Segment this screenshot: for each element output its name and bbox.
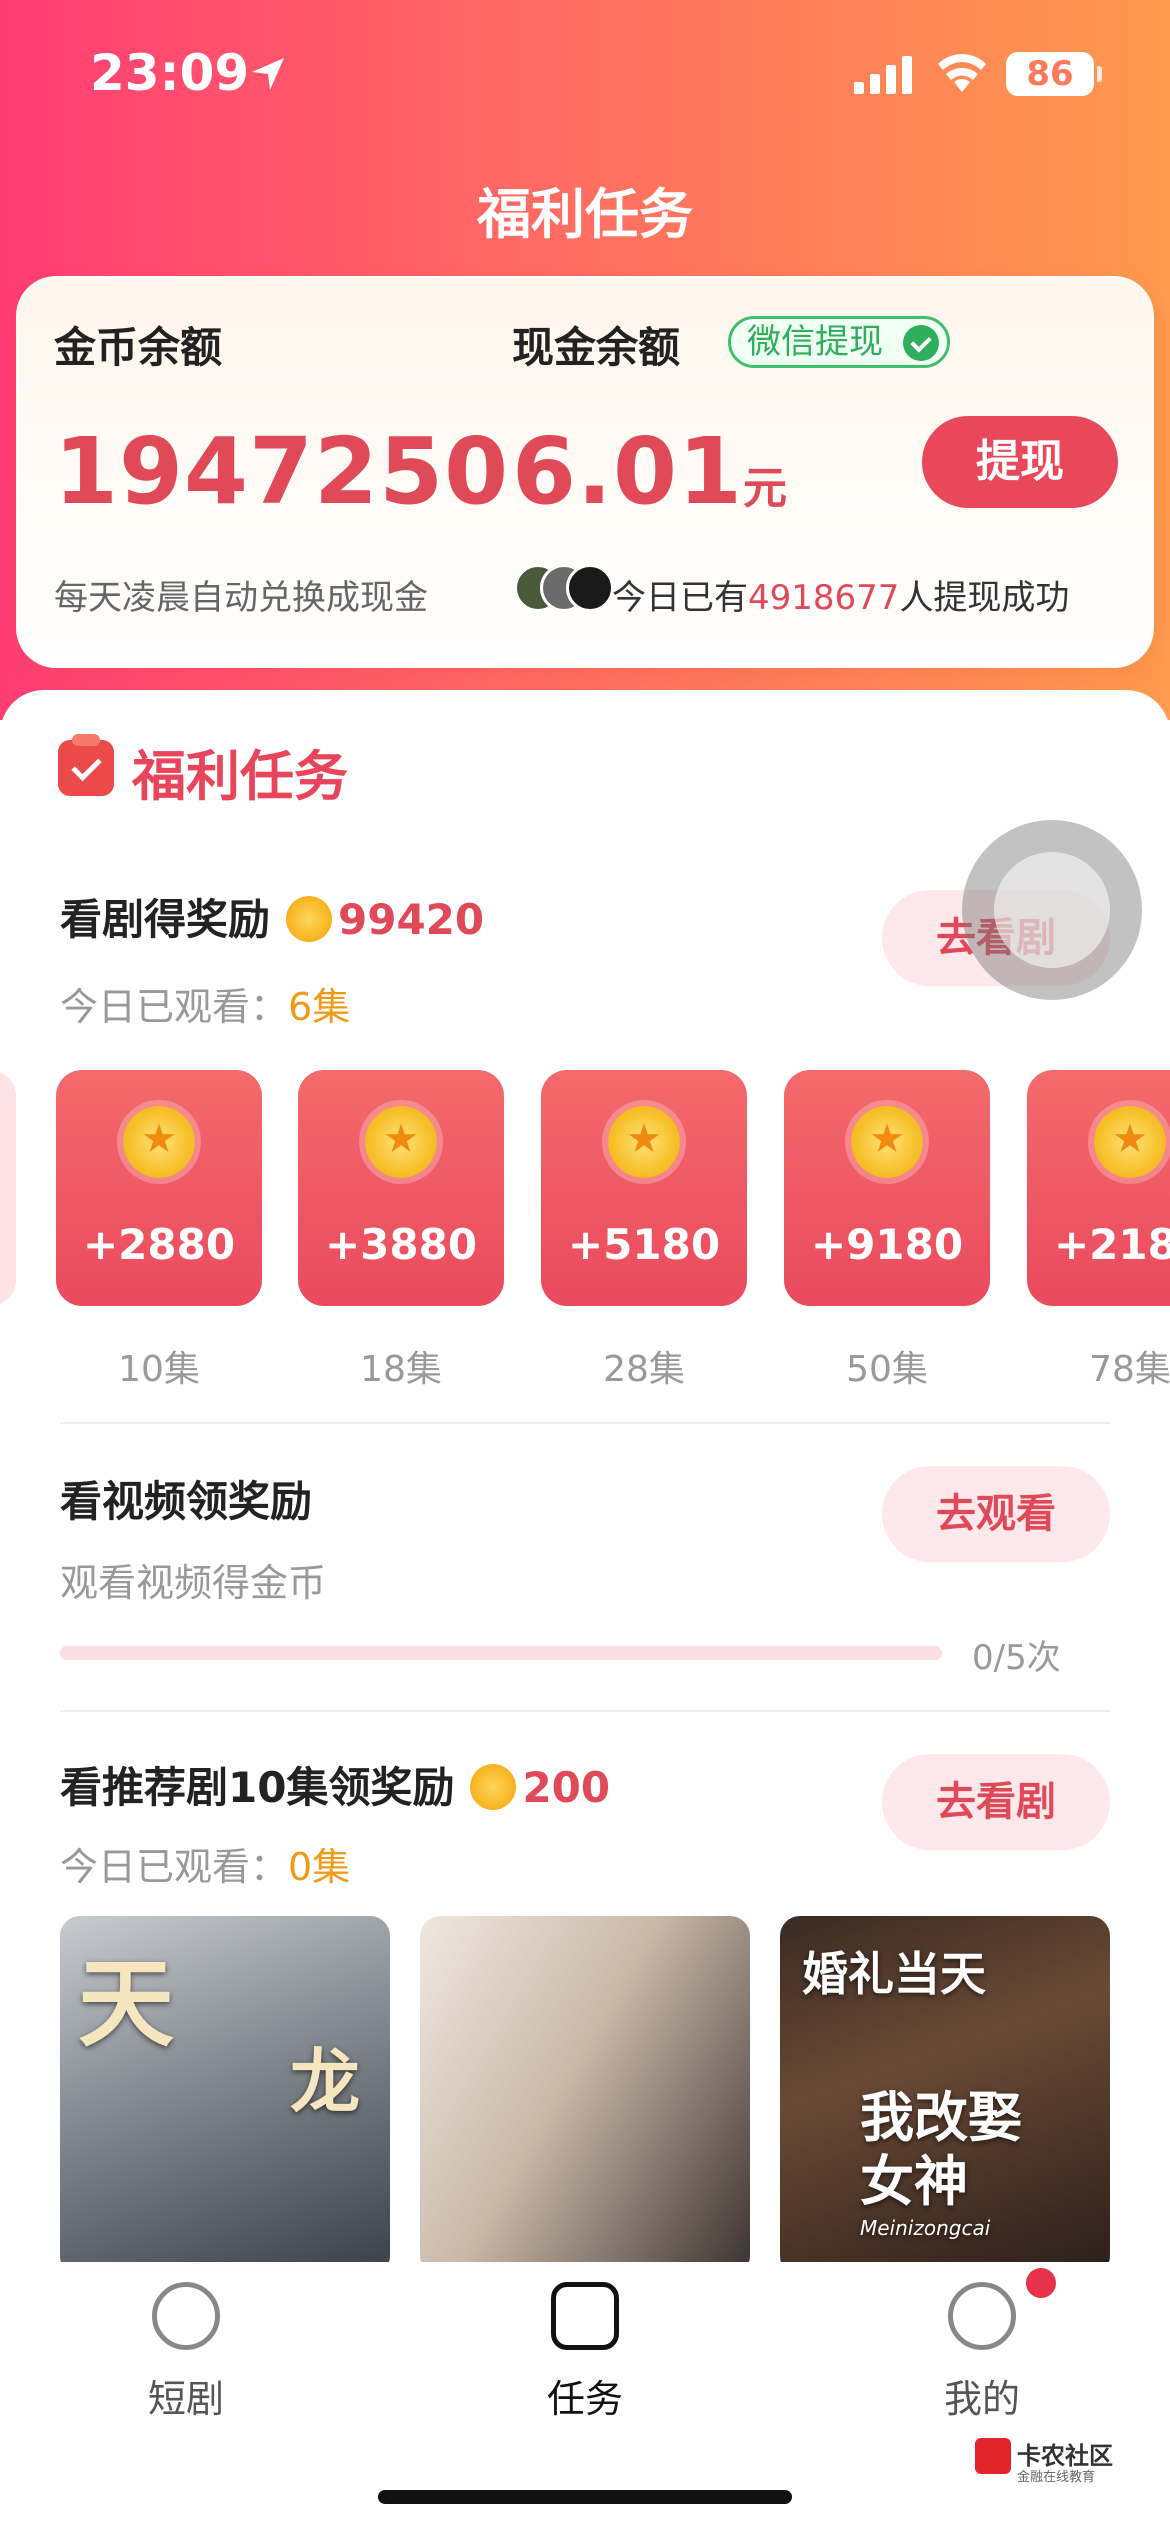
reward-tile[interactable]: +3880 [298, 1070, 504, 1306]
drama-task-title: 看剧得奖励 99420 [60, 886, 484, 947]
drama-poster[interactable]: 婚礼当天 我改娶女神 Meinizongcai [780, 1916, 1110, 2270]
task-icon [551, 2282, 619, 2350]
cash-balance-value: 6.01元 [512, 418, 788, 525]
coin-icon [608, 1106, 680, 1178]
recommend-watched-prefix: 今日已观看： [60, 1845, 289, 1889]
coin-icon [286, 895, 333, 942]
reward-tile[interactable]: +5180 [541, 1070, 747, 1306]
watermark: 卡农社区 金融在线教育 [975, 2434, 1155, 2494]
reward-amount: +9180 [810, 1220, 964, 1269]
watch-recommend-button[interactable]: 去看剧 [882, 1754, 1110, 1850]
drama-poster[interactable]: 天 龙 [60, 1916, 390, 2270]
tab-label: 任务 [546, 2377, 623, 2421]
coin-balance-value: 1947250 [54, 418, 510, 525]
reward-amount: +5180 [567, 1220, 721, 1269]
coin-icon [1094, 1106, 1166, 1178]
floating-assistive-button[interactable] [962, 820, 1142, 1000]
drama-reward-tiles: +2880 +3880 +5180 +9180 +2188 10集 18集 28… [0, 1070, 1170, 1390]
wechat-check-icon [903, 325, 939, 361]
cash-balance-label: 现金余额 [512, 323, 681, 372]
reward-tile-partial [0, 1070, 16, 1306]
drama-poster[interactable] [420, 1916, 750, 2270]
drama-watched-status: 今日已观看：6集 [60, 976, 350, 1031]
reward-amount: +2880 [82, 1220, 236, 1269]
drama-watched-prefix: 今日已观看： [60, 985, 289, 1029]
today-prefix: 今日已有 [612, 578, 748, 618]
poster-script: Meinizongcai [860, 2216, 991, 2240]
coin-balance-label: 金币余额 [54, 323, 223, 372]
coin-exchange-note: 每天凌晨自动兑换成现金 [54, 578, 428, 618]
withdraw-button[interactable]: 提现 [922, 416, 1118, 508]
avatar [566, 564, 614, 612]
location-arrow-icon [252, 58, 284, 90]
today-withdraw-stat: 今日已有4918677人提现成功 [612, 570, 1069, 619]
today-suffix: 人提现成功 [899, 578, 1070, 618]
status-bar: 23:09 86 [0, 44, 1170, 114]
watermark-logo-icon [975, 2438, 1011, 2474]
poster-title: 天 [78, 1948, 174, 2060]
page: 23:09 86 福利任务 金币余额 现金余额 微信提现 1947250 6.0… [0, 0, 1170, 2532]
poster-title: 我改娶女神 [860, 2086, 1022, 2213]
today-count: 4918677 [748, 578, 900, 618]
recommend-watched-status: 今日已观看：0集 [60, 1836, 350, 1891]
tab-label: 我的 [943, 2377, 1020, 2421]
cellular-signal-icon [854, 56, 912, 94]
watermark-subtitle: 金融在线教育 [1017, 2470, 1096, 2485]
notification-dot [1026, 2268, 1056, 2298]
avatar-group [514, 564, 624, 614]
film-reel-icon [152, 2282, 220, 2350]
divider [60, 1710, 1110, 1712]
recommend-task-title: 看推荐剧10集领奖励 200 [60, 1754, 610, 1815]
cash-unit: 元 [743, 463, 788, 514]
recommend-task-reward: 200 [522, 1763, 611, 1812]
tab-drama[interactable]: 短剧 [86, 2282, 286, 2423]
balance-card: 金币余额 现金余额 微信提现 1947250 6.01元 提现 每天凌晨自动兑换… [16, 276, 1154, 668]
video-progress-bar [60, 1646, 942, 1660]
video-task-title: 看视频领奖励 [60, 1477, 313, 1526]
status-time: 23:09 [90, 44, 250, 102]
poster-title: 婚礼当天 [802, 1947, 986, 2001]
wechat-withdraw-badge: 微信提现 [728, 316, 950, 368]
drama-task-reward: 99420 [338, 895, 485, 944]
tab-label: 短剧 [147, 2377, 224, 2421]
divider [60, 1422, 1110, 1424]
section-title: 福利任务 [132, 745, 348, 808]
reward-tile[interactable]: +2880 [56, 1070, 262, 1306]
battery-indicator: 86 [1006, 52, 1102, 96]
episode-label: 50集 [846, 1349, 928, 1390]
video-task-subtitle: 观看视频得金币 [60, 1561, 327, 1605]
episode-label: 10集 [118, 1349, 200, 1390]
wifi-icon [938, 54, 986, 92]
reward-tile[interactable]: +9180 [784, 1070, 990, 1306]
task-clipboard-icon [58, 734, 114, 796]
coin-icon [470, 1763, 517, 1810]
coin-icon [365, 1106, 437, 1178]
reward-amount: +3880 [324, 1220, 478, 1269]
drama-task-label: 看剧得奖励 [60, 895, 271, 944]
tab-profile[interactable]: 我的 [882, 2282, 1082, 2423]
episode-label: 78集 [1089, 1349, 1170, 1390]
episode-label: 28集 [603, 1349, 685, 1390]
tab-tasks[interactable]: 任务 [485, 2282, 685, 2423]
profile-icon [948, 2282, 1016, 2350]
episode-label: 18集 [360, 1349, 442, 1390]
page-title: 福利任务 [477, 183, 693, 246]
recommend-task-label: 看推荐剧10集领奖励 [60, 1763, 455, 1812]
recommend-posters: 天 龙 婚礼当天 我改娶女神 Meinizongcai [0, 1916, 1170, 2270]
reward-amount: +2188 [1053, 1220, 1170, 1269]
recommend-watched-value: 0集 [288, 1845, 351, 1889]
reward-tile[interactable]: +2188 [1027, 1070, 1170, 1306]
home-indicator [378, 2490, 792, 2504]
cash-amount: 6.01 [512, 418, 743, 525]
drama-watched-value: 6集 [288, 985, 351, 1029]
watch-video-button[interactable]: 去观看 [882, 1466, 1110, 1562]
poster-title: 龙 [290, 2041, 360, 2123]
video-progress-text: 0/5次 [972, 1638, 1061, 1678]
wechat-withdraw-text: 微信提现 [747, 322, 883, 362]
coin-icon [123, 1106, 195, 1178]
coin-icon [851, 1106, 923, 1178]
